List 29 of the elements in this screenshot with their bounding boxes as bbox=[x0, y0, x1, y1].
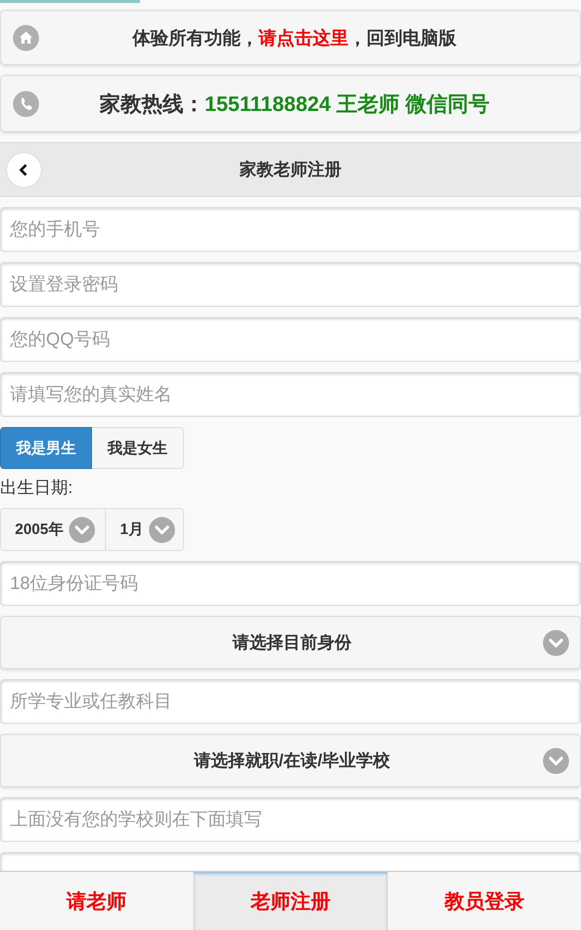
date-select[interactable]: 1月 bbox=[106, 508, 184, 551]
select-dropdown[interactable]: 请选择目前身份 bbox=[0, 616, 581, 669]
chevron-down-icon bbox=[149, 516, 176, 542]
date-select[interactable]: 2005年 bbox=[0, 508, 106, 551]
phone-icon bbox=[13, 90, 39, 116]
page-title: 家教老师注册 bbox=[238, 159, 342, 181]
input-field[interactable]: 请填写您的真实姓名 bbox=[0, 372, 581, 417]
chevron-down-icon bbox=[69, 516, 96, 542]
chevron-down-icon bbox=[543, 630, 569, 656]
link[interactable]: 请点击这里 bbox=[258, 28, 348, 48]
field-label: 出生日期: bbox=[0, 477, 73, 499]
input-field[interactable]: 所学专业或任教科目 bbox=[0, 679, 581, 724]
hotline-bar[interactable]: 家教热线：15511188824 王老师 微信同号 bbox=[0, 75, 581, 132]
home-icon bbox=[13, 24, 39, 50]
select-dropdown[interactable]: 请选择就职/在读/毕业学校 bbox=[0, 734, 581, 787]
hotline-number: 15511188824 王老师 微信同号 bbox=[204, 92, 490, 116]
input-field[interactable] bbox=[0, 852, 581, 871]
gender-option[interactable]: 我是女生 bbox=[92, 427, 184, 469]
input-field[interactable]: 18位身份证号码 bbox=[0, 561, 581, 606]
hotline-label: 家教热线： bbox=[100, 92, 205, 116]
gender-option[interactable]: 我是男生 bbox=[0, 427, 92, 469]
input-field[interactable]: 上面没有您的学校则在下面填写 bbox=[0, 797, 581, 842]
chevron-down-icon bbox=[543, 748, 569, 774]
back-button[interactable] bbox=[6, 152, 42, 188]
input-field[interactable]: 您的手机号 bbox=[0, 207, 581, 252]
notice-text: 体验所有功能，请点击这里，回到电脑版 bbox=[131, 26, 458, 50]
notice-bar[interactable]: 体验所有功能，请点击这里，回到电脑版 bbox=[0, 10, 581, 65]
input-field[interactable]: 设置登录密码 bbox=[0, 262, 581, 307]
input-field[interactable]: 您的QQ号码 bbox=[0, 317, 581, 362]
